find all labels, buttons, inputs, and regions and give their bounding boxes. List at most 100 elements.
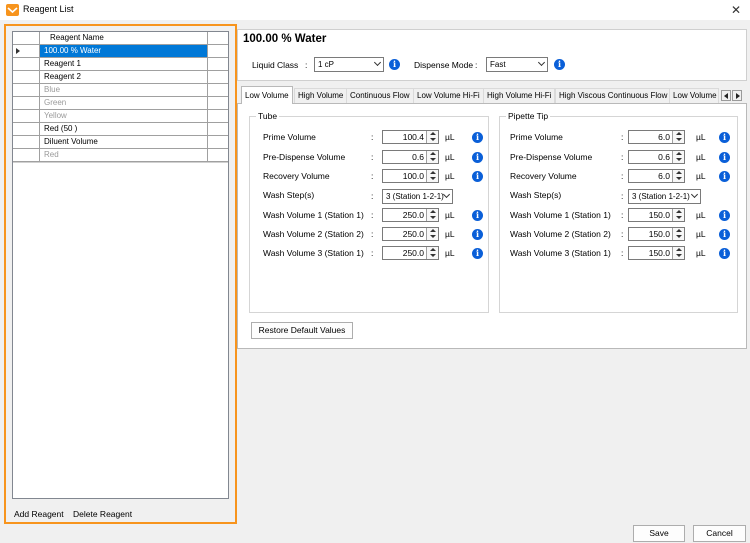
table-row[interactable]: Red (50 ) <box>13 123 228 136</box>
tip-prime-volume-input[interactable]: 6.0 <box>628 130 685 144</box>
tab-low-volume[interactable]: Low Volume <box>241 86 293 104</box>
spinner-icon[interactable] <box>672 170 684 182</box>
tip-wash-steps-value: 3 (Station 1-2-1) <box>632 192 690 201</box>
colon: : <box>621 210 624 220</box>
spinner-icon[interactable] <box>672 209 684 221</box>
info-icon[interactable]: i <box>719 210 730 221</box>
info-icon[interactable]: i <box>472 229 483 240</box>
tube-wash-steps-value: 3 (Station 1-2-1) <box>386 192 444 201</box>
tip-wash-steps-select[interactable]: 3 (Station 1-2-1) <box>628 189 701 204</box>
table-row[interactable]: Yellow <box>13 110 228 123</box>
reagent-name-cell[interactable]: Reagent 1 <box>40 58 208 71</box>
info-icon[interactable]: i <box>719 152 730 163</box>
dispense-mode-select[interactable]: Fast <box>486 57 548 72</box>
table-row[interactable]: Green <box>13 97 228 110</box>
spinner-icon[interactable] <box>672 151 684 163</box>
reagent-name-cell[interactable]: Blue <box>40 84 208 97</box>
tab-high-volume-hifi[interactable]: High Volume Hi-Fi <box>483 88 556 103</box>
spinner-icon[interactable] <box>672 247 684 259</box>
spinner-icon[interactable] <box>426 170 438 182</box>
column-header-reagent-name[interactable]: Reagent Name <box>40 32 208 45</box>
tip-prime-volume-label: Prime Volume <box>510 132 563 142</box>
info-icon[interactable]: i <box>554 59 565 70</box>
tab-continuous-flow[interactable]: Continuous Flow <box>346 88 414 103</box>
tube-wash-volume-1-input[interactable]: 250.0 <box>382 208 439 222</box>
tab-low-volume-overflow[interactable]: Low Volume <box>669 88 719 103</box>
table-row[interactable]: Diluent Volume <box>13 136 228 149</box>
tube-wash-steps-select[interactable]: 3 (Station 1-2-1) <box>382 189 453 204</box>
tube-wash-volume-3-input[interactable]: 250.0 <box>382 246 439 260</box>
tube-prime-volume-input[interactable]: 100.4 <box>382 130 439 144</box>
spinner-icon[interactable] <box>672 228 684 240</box>
reagent-name-cell[interactable]: Reagent 2 <box>40 71 208 84</box>
reagent-name-cell[interactable]: Diluent Volume <box>40 136 208 149</box>
delete-reagent-button[interactable]: Delete Reagent <box>73 509 132 519</box>
restore-default-values-button[interactable]: Restore Default Values <box>251 322 353 339</box>
reagent-name-cell[interactable]: Red (50 ) <box>40 123 208 136</box>
tip-pre-dispense-volume-input[interactable]: 0.6 <box>628 150 685 164</box>
tip-wash-volume-1-input[interactable]: 150.0 <box>628 208 685 222</box>
tube-pre-dispense-volume-input[interactable]: 0.6 <box>382 150 439 164</box>
table-row[interactable]: Blue <box>13 84 228 97</box>
spinner-icon[interactable] <box>426 209 438 221</box>
reagent-name-cell[interactable]: Red <box>40 149 208 162</box>
info-icon[interactable]: i <box>472 152 483 163</box>
spinner-icon[interactable] <box>426 247 438 259</box>
colon: : <box>371 248 374 258</box>
tab-scroll-left-icon[interactable] <box>721 90 731 101</box>
app-logo-icon <box>6 4 19 16</box>
info-icon[interactable]: i <box>472 210 483 221</box>
tab-scroll-right-icon[interactable] <box>732 90 742 101</box>
dispense-mode-colon: : <box>475 60 478 70</box>
tip-recovery-volume-input[interactable]: 6.0 <box>628 169 685 183</box>
save-button[interactable]: Save <box>633 525 685 542</box>
cancel-button[interactable]: Cancel <box>693 525 746 542</box>
reagent-grid[interactable]: Reagent Name 100.00 % Water Reagent 1 Re… <box>12 31 229 499</box>
info-icon[interactable]: i <box>719 229 730 240</box>
tube-wash-volume-3-label: Wash Volume 3 (Station 1) <box>263 248 364 258</box>
info-icon[interactable]: i <box>389 59 400 70</box>
tube-wash-volume-2-label: Wash Volume 2 (Station 2) <box>263 229 364 239</box>
info-icon[interactable]: i <box>472 248 483 259</box>
info-icon[interactable]: i <box>472 171 483 182</box>
spinner-icon[interactable] <box>672 131 684 143</box>
liquid-class-select[interactable]: 1 cP <box>314 57 384 72</box>
info-icon[interactable]: i <box>719 171 730 182</box>
spinner-icon[interactable] <box>426 151 438 163</box>
reagent-name-cell[interactable]: 100.00 % Water <box>40 45 208 58</box>
tip-wash-volume-3-input[interactable]: 150.0 <box>628 246 685 260</box>
tube-prime-volume-label: Prime Volume <box>263 132 316 142</box>
spinner-icon[interactable] <box>426 228 438 240</box>
info-icon[interactable]: i <box>719 132 730 143</box>
tip-pre-dispense-volume-label: Pre-Dispense Volume <box>510 152 593 162</box>
tip-wash-steps-label: Wash Step(s) <box>510 190 562 200</box>
info-icon[interactable]: i <box>472 132 483 143</box>
table-row[interactable]: Reagent 2 <box>13 71 228 84</box>
info-icon[interactable]: i <box>719 248 730 259</box>
add-reagent-button[interactable]: Add Reagent <box>14 509 64 519</box>
reagent-name-cell[interactable]: Yellow <box>40 110 208 123</box>
tab-low-volume-hifi[interactable]: Low Volume Hi-Fi <box>413 88 484 103</box>
tab-high-viscous-continuous-flow[interactable]: High Viscous Continuous Flow <box>555 88 672 103</box>
tube-group: Tube Prime Volume : 100.4 µL i Pre-Dispe… <box>249 111 489 313</box>
tube-wash-volume-2-input[interactable]: 250.0 <box>382 227 439 241</box>
tip-wash-volume-2-input[interactable]: 150.0 <box>628 227 685 241</box>
spinner-icon[interactable] <box>426 131 438 143</box>
table-row[interactable]: 100.00 % Water <box>13 45 228 58</box>
tube-pre-dispense-volume-value: 0.6 <box>412 152 424 162</box>
unit-label: µL <box>445 248 455 258</box>
tip-pre-dispense-volume-value: 0.6 <box>658 152 670 162</box>
tip-wash-volume-3-value: 150.0 <box>648 248 670 258</box>
tab-strip: Low Volume High Volume Continuous Flow L… <box>237 86 747 104</box>
tab-high-volume[interactable]: High Volume <box>294 88 348 103</box>
colon: : <box>371 229 374 239</box>
window-title: Reagent List <box>23 4 74 14</box>
unit-label: µL <box>445 171 455 181</box>
reagent-name-cell[interactable]: Green <box>40 97 208 110</box>
volume-tabs: Low Volume High Volume Continuous Flow L… <box>237 86 747 349</box>
table-row[interactable]: Red <box>13 149 228 162</box>
close-button[interactable]: ✕ <box>722 0 750 20</box>
tube-recovery-volume-input[interactable]: 100.0 <box>382 169 439 183</box>
tube-prime-volume-value: 100.4 <box>402 132 424 142</box>
table-row[interactable]: Reagent 1 <box>13 58 228 71</box>
